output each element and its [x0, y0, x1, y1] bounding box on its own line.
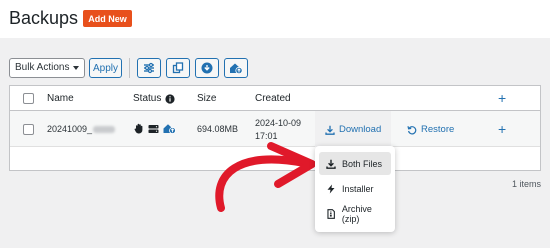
menu-item-label: Installer — [342, 183, 374, 194]
annotation-arrow-icon — [215, 142, 316, 212]
download-icon — [326, 159, 336, 169]
file-zip-icon — [327, 208, 335, 219]
menu-item-label: Both Files — [342, 158, 383, 169]
menu-item-label: Archive (zip) — [341, 203, 372, 224]
download-dropdown-menu: Both Files Installer Archive (zip) — [315, 146, 395, 232]
menu-item-both-files[interactable]: Both Files — [319, 152, 391, 175]
menu-item-archive-zip[interactable]: Archive (zip) — [319, 202, 391, 225]
bolt-icon — [327, 184, 335, 193]
menu-item-installer[interactable]: Installer — [319, 177, 391, 200]
